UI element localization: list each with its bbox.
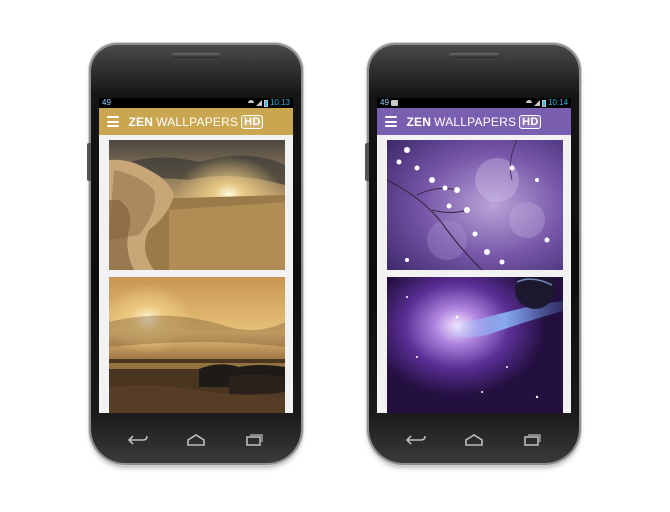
status-bar: 49 10:14 (377, 98, 571, 108)
image-notification-icon (390, 100, 398, 106)
wallpaper-rocky-sunset[interactable] (109, 140, 285, 270)
back-icon[interactable] (127, 433, 149, 447)
recent-apps-icon[interactable] (243, 433, 265, 447)
app-title-wallpapers: WALLPAPERS (156, 114, 239, 129)
phone-left: 49 10:13 ZEN WALLPAPERS HD (87, 45, 301, 463)
hd-badge: HD (519, 114, 542, 129)
wallpaper-ocean-sunset[interactable] (109, 277, 285, 413)
wifi-icon (525, 100, 532, 106)
wallpaper-purple-blossoms[interactable] (387, 140, 563, 270)
status-bar: 49 10:13 (99, 98, 293, 108)
recent-apps-icon[interactable] (521, 433, 543, 447)
earpiece (449, 53, 499, 58)
signal-icon (533, 100, 540, 106)
notification-count: 49 (102, 98, 111, 107)
clock: 10:13 (269, 98, 290, 107)
home-icon[interactable] (185, 433, 207, 447)
app-title-zen: ZEN (128, 114, 154, 129)
phone-screen: 49 10:14 ZEN WALLPAPERS HD (377, 98, 571, 413)
app-bar: ZEN WALLPAPERS HD (377, 108, 571, 135)
back-icon[interactable] (405, 433, 427, 447)
clock: 10:14 (547, 98, 568, 107)
system-nav-bar (91, 425, 301, 455)
wifi-icon (247, 100, 254, 106)
volume-key (365, 143, 369, 181)
earpiece (171, 53, 221, 58)
wallpaper-grid (377, 135, 571, 413)
wallpaper-grid (99, 135, 293, 413)
home-icon[interactable] (463, 433, 485, 447)
menu-icon[interactable] (385, 116, 397, 127)
wallpaper-purple-galaxy[interactable] (387, 277, 563, 413)
app-title-zen: ZEN (406, 114, 432, 129)
battery-icon (263, 99, 268, 107)
app-title-wallpapers: WALLPAPERS (434, 114, 517, 129)
hd-badge: HD (241, 114, 264, 129)
notification-count: 49 (380, 98, 389, 107)
signal-icon (255, 100, 262, 106)
phone-right: 49 10:14 ZEN WALLPAPERS HD (365, 45, 579, 463)
phone-screen: 49 10:13 ZEN WALLPAPERS HD (99, 98, 293, 413)
system-nav-bar (369, 425, 579, 455)
battery-icon (541, 99, 546, 107)
volume-key (87, 143, 91, 181)
menu-icon[interactable] (107, 116, 119, 127)
app-bar: ZEN WALLPAPERS HD (99, 108, 293, 135)
